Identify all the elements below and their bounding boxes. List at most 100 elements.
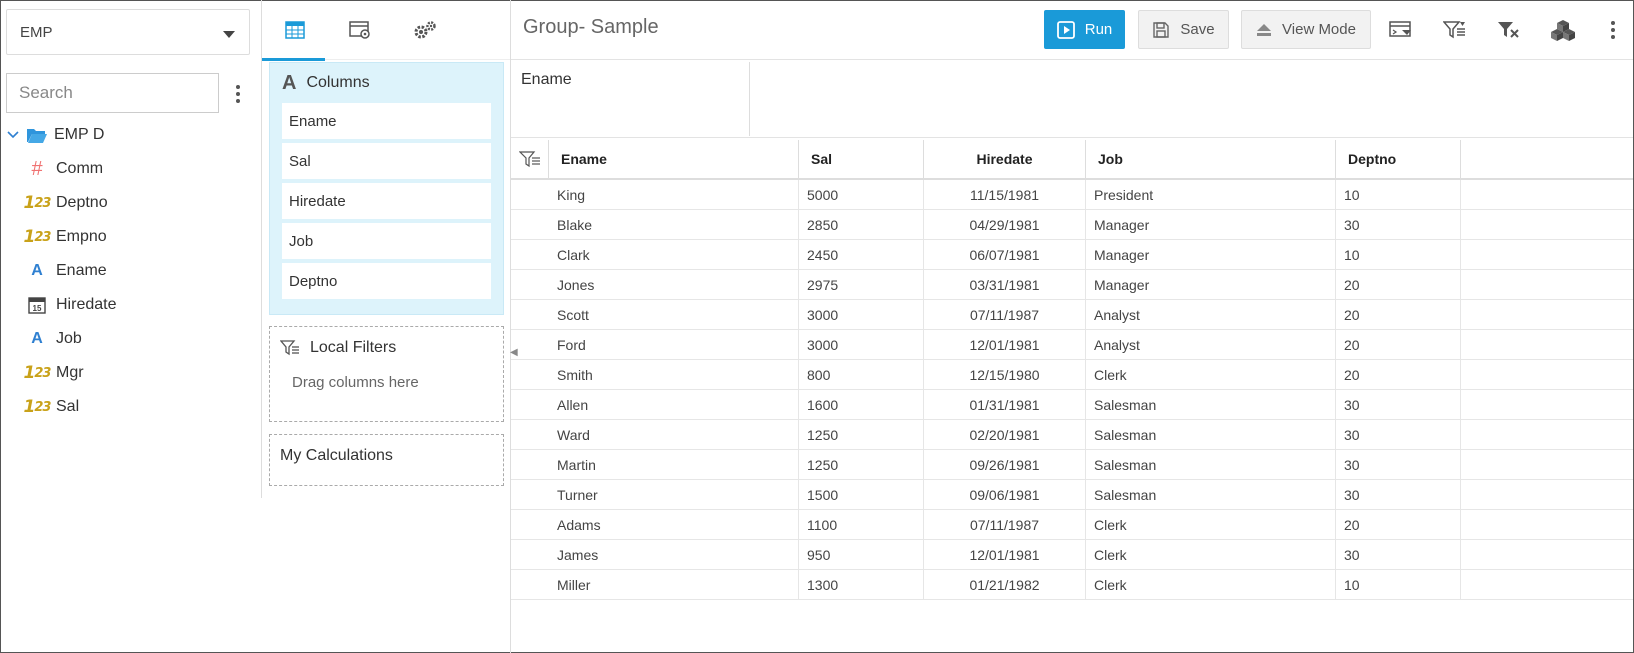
table-row[interactable]: Blake 2850 04/29/1981 Manager 30: [511, 210, 1633, 240]
table-row[interactable]: Clark 2450 06/07/1981 Manager 10: [511, 240, 1633, 270]
cell-hiredate: 01/21/1982: [924, 570, 1086, 599]
column-header-deptno[interactable]: Deptno: [1336, 140, 1461, 178]
table-row[interactable]: James 950 12/01/1981 Clerk 30: [511, 540, 1633, 570]
cell-ename: Ford: [549, 330, 799, 359]
tree-field-label: Ename: [56, 262, 107, 279]
more-options-icon[interactable]: [228, 80, 248, 108]
save-button[interactable]: Save: [1138, 10, 1229, 49]
cell-deptno: 30: [1336, 480, 1461, 509]
cell-ename: Turner: [549, 480, 799, 509]
cell-ename: Jones: [549, 270, 799, 299]
table-row[interactable]: Martin 1250 09/26/1981 Salesman 30: [511, 450, 1633, 480]
grid-filter-cell[interactable]: [511, 140, 549, 178]
cell-deptno: 30: [1336, 420, 1461, 449]
play-icon: [1056, 20, 1075, 39]
cell-job: Analyst: [1086, 300, 1336, 329]
column-chip[interactable]: Ename: [282, 103, 491, 139]
cell-job: Manager: [1086, 240, 1336, 269]
cell-ename: Clark: [549, 240, 799, 269]
filter-icon[interactable]: [519, 150, 541, 168]
tab-window-settings[interactable]: [327, 0, 392, 60]
table-row[interactable]: Smith 800 12/15/1980 Clerk 20: [511, 360, 1633, 390]
cell-sal: 2975: [799, 270, 924, 299]
tree-field-item[interactable]: # Comm: [0, 152, 260, 186]
cell-hiredate: 09/26/1981: [924, 450, 1086, 479]
cell-ename: Adams: [549, 510, 799, 539]
cell-deptno: 10: [1336, 180, 1461, 209]
column-chip[interactable]: Sal: [282, 143, 491, 179]
search-input[interactable]: [6, 73, 219, 113]
cell-hiredate: 07/11/1987: [924, 510, 1086, 539]
run-label: Run: [1084, 21, 1113, 38]
tree-field-item[interactable]: A Ename: [0, 254, 260, 288]
cell-sal: 2850: [799, 210, 924, 239]
tree-field-item[interactable]: 1 23 Deptno: [0, 186, 260, 220]
columns-dropzone[interactable]: A Columns Ename Sal Hiredate Job Deptno: [269, 62, 504, 315]
tab-table-view[interactable]: [262, 0, 327, 61]
tree-field-item[interactable]: 1 23 Sal: [0, 390, 260, 424]
tree-field-item[interactable]: 1 23 Mgr: [0, 356, 260, 390]
cell-sal: 1250: [799, 420, 924, 449]
row-spacer: [511, 300, 549, 329]
clear-filter-icon[interactable]: [1493, 14, 1525, 46]
cell-ename: Martin: [549, 450, 799, 479]
builder-panel: A Columns Ename Sal Hiredate Job Deptno Loca…: [262, 0, 518, 653]
cell-hiredate: 11/15/1981: [924, 180, 1086, 209]
table-row[interactable]: Jones 2975 03/31/1981 Manager 20: [511, 270, 1633, 300]
group-by-column[interactable]: Ename: [511, 62, 750, 136]
tree-root-folder[interactable]: EMP D: [0, 118, 260, 152]
table-row[interactable]: Miller 1300 01/21/1982 Clerk 10: [511, 570, 1633, 600]
column-chip[interactable]: Hiredate: [282, 183, 491, 219]
group-by-zone[interactable]: Ename: [511, 62, 1633, 138]
table-row[interactable]: King 5000 11/15/1981 President 10: [511, 180, 1633, 210]
cell-sal: 3000: [799, 330, 924, 359]
row-spacer: [511, 330, 549, 359]
cell-hiredate: 06/07/1981: [924, 240, 1086, 269]
table-row[interactable]: Scott 3000 07/11/1987 Analyst 20: [511, 300, 1633, 330]
tab-advanced-settings[interactable]: [392, 0, 457, 60]
table-row[interactable]: Turner 1500 09/06/1981 Salesman 30: [511, 480, 1633, 510]
column-header-hiredate[interactable]: Hiredate: [924, 140, 1086, 178]
cell-sal: 1600: [799, 390, 924, 419]
column-header-job[interactable]: Job: [1086, 140, 1336, 178]
table-row[interactable]: Allen 1600 01/31/1981 Salesman 30: [511, 390, 1633, 420]
my-calculations-section[interactable]: My Calculations: [269, 434, 504, 486]
cell-ename: James: [549, 540, 799, 569]
column-header-sal[interactable]: Sal: [799, 140, 924, 178]
cell-ename: Blake: [549, 210, 799, 239]
column-chip[interactable]: Job: [282, 223, 491, 259]
report-area: Group- Sample Run Save View Mode Ename E…: [511, 0, 1633, 653]
tree-field-label: Comm: [56, 160, 104, 177]
report-settings-icon[interactable]: [1385, 14, 1417, 46]
cell-sal: 3000: [799, 300, 924, 329]
cell-hiredate: 02/20/1981: [924, 420, 1086, 449]
cell-deptno: 20: [1336, 510, 1461, 539]
cell-job: Manager: [1086, 270, 1336, 299]
cell-ename: King: [549, 180, 799, 209]
row-spacer: [511, 210, 549, 239]
row-spacer: [511, 480, 549, 509]
local-filters-dropzone[interactable]: Local Filters Drag columns here: [269, 326, 504, 422]
tree-field-item[interactable]: A Job: [0, 322, 260, 356]
cell-sal: 2450: [799, 240, 924, 269]
chevron-down-icon[interactable]: [6, 128, 20, 142]
cell-ename: Scott: [549, 300, 799, 329]
column-header-ename[interactable]: Ename: [549, 140, 799, 178]
tree-field-item[interactable]: 15 Hiredate: [0, 288, 260, 322]
table-row[interactable]: Ward 1250 02/20/1981 Salesman 30: [511, 420, 1633, 450]
table-row[interactable]: Ford 3000 12/01/1981 Analyst 20: [511, 330, 1633, 360]
filter-icon[interactable]: [1439, 14, 1471, 46]
column-chip[interactable]: Deptno: [282, 263, 491, 299]
cell-job: Clerk: [1086, 570, 1336, 599]
cell-hiredate: 12/01/1981: [924, 330, 1086, 359]
cubes-icon[interactable]: [1547, 14, 1579, 46]
tree-field-item[interactable]: 1 23 Empno: [0, 220, 260, 254]
columns-label: Columns: [306, 74, 370, 91]
gears-icon: [414, 21, 436, 39]
table-row[interactable]: Adams 1100 07/11/1987 Clerk 20: [511, 510, 1633, 540]
view-mode-button[interactable]: View Mode: [1241, 10, 1371, 49]
more-options-icon[interactable]: [1597, 14, 1629, 46]
datasource-select[interactable]: EMP: [6, 9, 250, 55]
run-button[interactable]: Run: [1044, 10, 1125, 49]
integer-field-icon: 1 23: [23, 227, 52, 247]
